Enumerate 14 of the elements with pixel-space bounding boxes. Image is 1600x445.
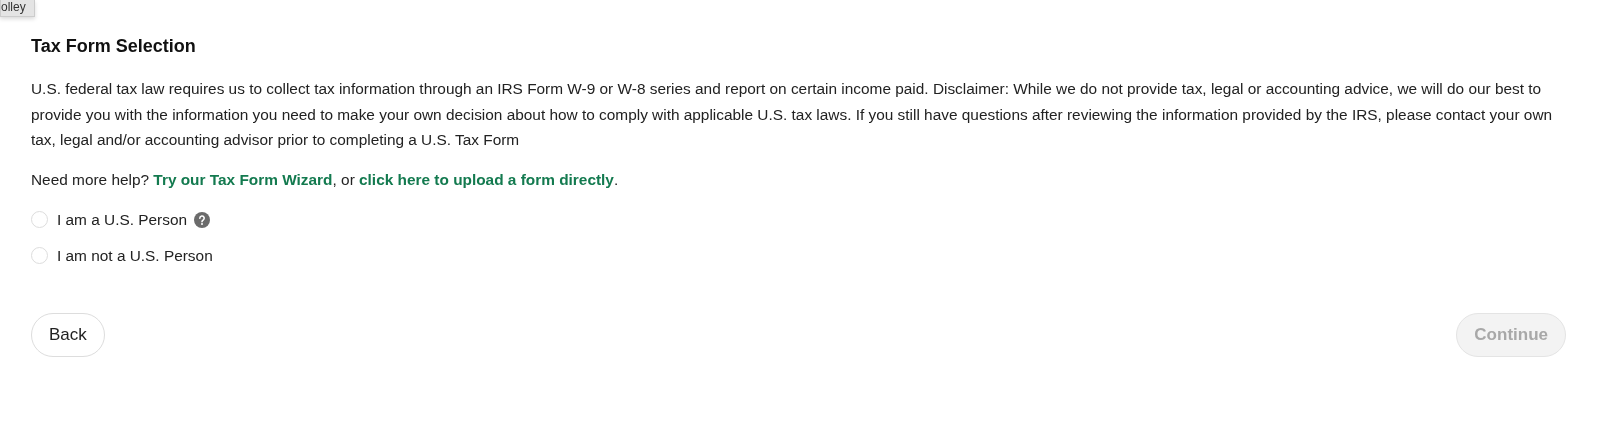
back-button[interactable]: Back	[31, 312, 105, 357]
help-text: .	[613, 170, 619, 189]
wizard-link[interactable]: Try our Tax Form Wizard	[153, 170, 333, 189]
help-text: , or	[332, 170, 356, 189]
help-text: Need more help?	[31, 170, 151, 189]
option-label[interactable]: I am not a U.S. Person	[57, 246, 213, 265]
disclaimer-paragraph: U.S. federal tax law requires us to collect tax information through an IRS Form W-9 or W-8 series and report on certain income paid. Disclaimer: While we do not provide tax, legal or accounting advice, we will do our best to provide you with the information you need to make your own decision about how to comply with applicable U.S. tax laws. If you still have questions after reviewing the information provided by the IRS, please contact your own tax, legal and/or accounting advisor prior to completing a U.S. Tax Form	[31, 79, 1554, 150]
upload-link[interactable]: click here to upload a form directly	[359, 170, 614, 189]
tooltip: olley	[0, 0, 35, 17]
radio-button[interactable]	[31, 211, 48, 228]
page-title: Tax Form Selection	[31, 36, 197, 57]
help-icon[interactable]	[194, 211, 211, 228]
radio-button[interactable]	[31, 247, 48, 264]
option-label[interactable]: I am a U.S. Person	[57, 210, 188, 229]
